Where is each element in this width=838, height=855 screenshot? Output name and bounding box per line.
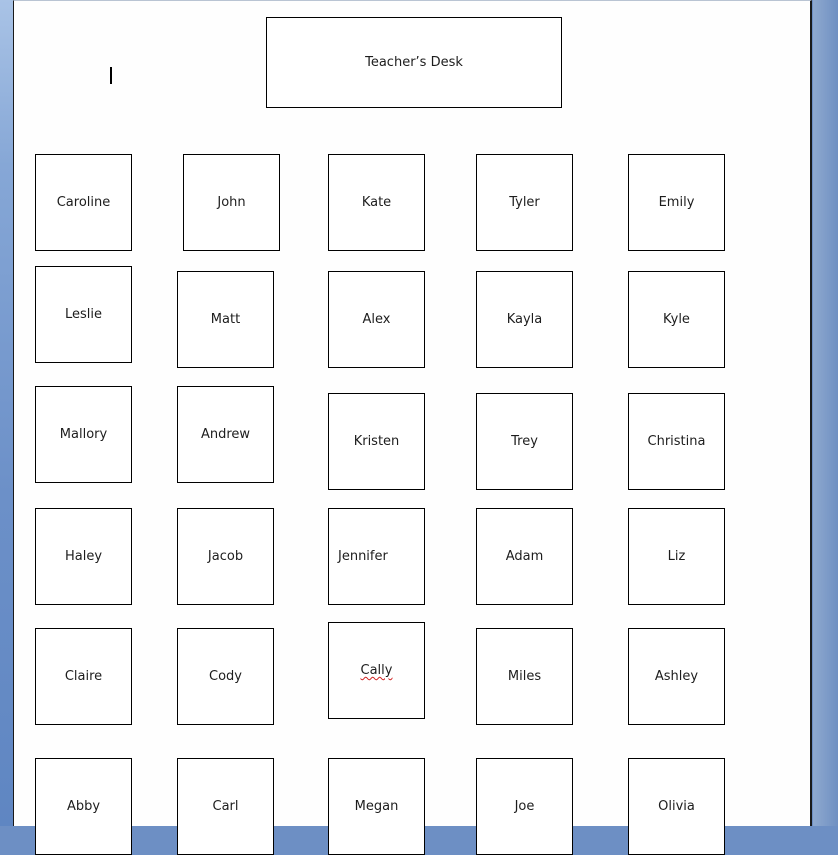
seat-box[interactable]: Christina: [628, 393, 725, 490]
seat-box[interactable]: Jennifer: [328, 508, 425, 605]
seat-box[interactable]: Joe: [476, 758, 573, 855]
seat-box[interactable]: Haley: [35, 508, 132, 605]
seat-box[interactable]: Megan: [328, 758, 425, 855]
seat-box[interactable]: Emily: [628, 154, 725, 251]
seat-name: Emily: [658, 195, 695, 210]
seat-box[interactable]: Jacob: [177, 508, 274, 605]
seat-box[interactable]: Kyle: [628, 271, 725, 368]
seat-name: Ashley: [654, 669, 699, 684]
seat-box[interactable]: Alex: [328, 271, 425, 368]
teacher-desk[interactable]: Teacher’s Desk: [266, 17, 562, 108]
seat-name: Jacob: [207, 549, 244, 564]
seat-name: Megan: [354, 799, 399, 814]
seat-box[interactable]: Cody: [177, 628, 274, 725]
seat-name: Kate: [361, 195, 392, 210]
seat-box[interactable]: Claire: [35, 628, 132, 725]
seat-name: Olivia: [658, 799, 695, 814]
seat-name: Haley: [64, 549, 103, 564]
seat-box[interactable]: Miles: [476, 628, 573, 725]
seat-name: Carl: [212, 799, 239, 814]
seat-name-misspelled: Cally: [360, 663, 393, 678]
seat-box[interactable]: Kristen: [328, 393, 425, 490]
seat-box[interactable]: Olivia: [628, 758, 725, 855]
seat-name: Alex: [362, 312, 391, 327]
seat-box[interactable]: Leslie: [35, 266, 132, 363]
seat-box[interactable]: Abby: [35, 758, 132, 855]
seat-name: Caroline: [56, 195, 111, 210]
seat-box[interactable]: Matt: [177, 271, 274, 368]
seat-name: Kyle: [663, 312, 690, 327]
window-frame-left: [0, 0, 13, 826]
seat-name: Miles: [507, 669, 542, 684]
seat-name: Adam: [505, 549, 544, 564]
seat-name: Leslie: [64, 307, 102, 322]
seat-box[interactable]: Carl: [177, 758, 274, 855]
seat-box[interactable]: Tyler: [476, 154, 573, 251]
seat-name: Andrew: [200, 427, 251, 442]
seat-name: Kayla: [506, 312, 543, 327]
seat-box[interactable]: Mallory: [35, 386, 132, 483]
seat-box[interactable]: Kate: [328, 154, 425, 251]
seat-box[interactable]: Cally: [328, 622, 425, 719]
seat-box[interactable]: Liz: [628, 508, 725, 605]
seat-name: Jennifer: [338, 549, 388, 564]
window-frame-right: [813, 0, 838, 826]
seat-name: Tyler: [509, 195, 540, 210]
seat-box[interactable]: John: [183, 154, 280, 251]
seat-box[interactable]: Kayla: [476, 271, 573, 368]
seat-name: Kristen: [353, 434, 400, 449]
seat-name: Matt: [210, 312, 241, 327]
seat-name: Liz: [667, 549, 686, 564]
teacher-desk-label: Teacher’s Desk: [365, 55, 463, 70]
seat-name: Christina: [647, 434, 706, 449]
seat-name: Mallory: [59, 427, 108, 442]
seat-box[interactable]: Adam: [476, 508, 573, 605]
seat-name: John: [217, 195, 246, 210]
seat-box[interactable]: Andrew: [177, 386, 274, 483]
seat-name: Abby: [66, 799, 101, 814]
seat-name: Trey: [511, 434, 538, 449]
seat-box[interactable]: Trey: [476, 393, 573, 490]
seat-name: Claire: [64, 669, 103, 684]
seat-name: Joe: [514, 799, 535, 814]
seat-name: Cody: [209, 669, 242, 684]
text-cursor: [110, 67, 112, 84]
seat-box[interactable]: Caroline: [35, 154, 132, 251]
seat-box[interactable]: Ashley: [628, 628, 725, 725]
